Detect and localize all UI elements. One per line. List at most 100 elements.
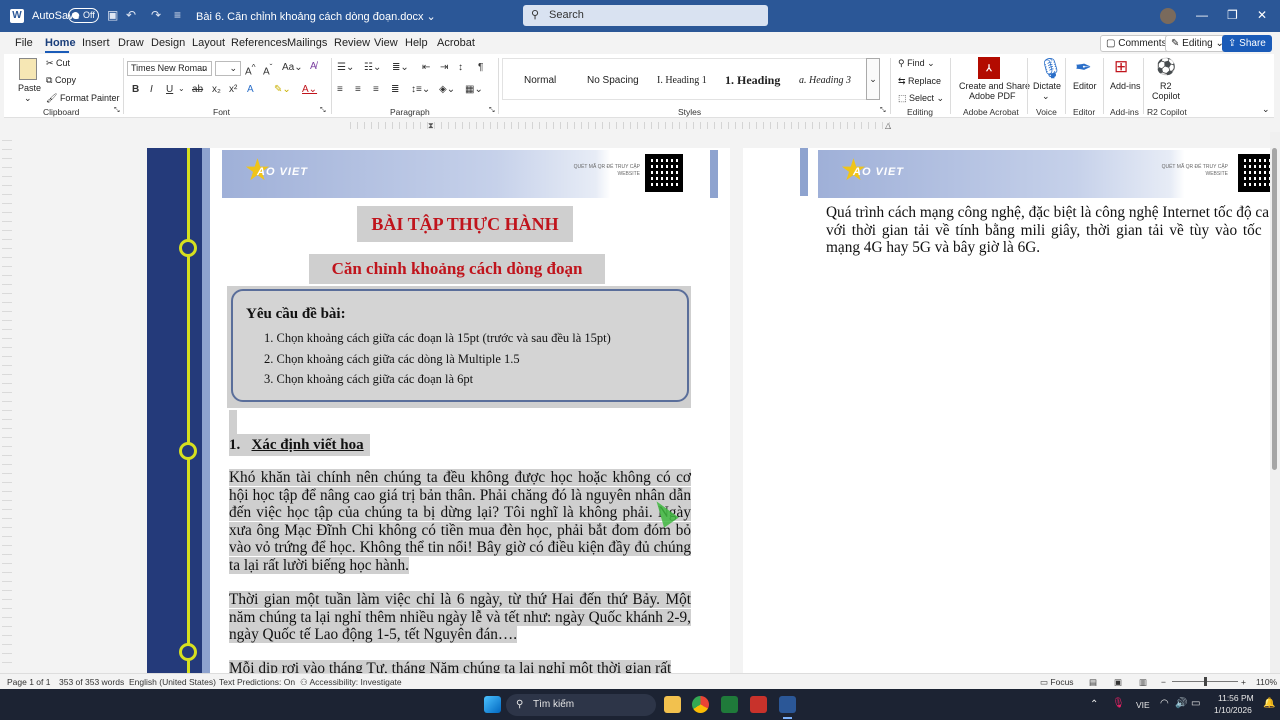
document-name[interactable]: Bài 6. Căn chỉnh khoảng cách dòng đoạn.d… — [196, 10, 436, 23]
editing-mode-button[interactable]: ✎ Editing ⌄ — [1165, 35, 1230, 52]
style-heading[interactable]: 1. Heading — [725, 73, 780, 88]
vertical-ruler[interactable] — [2, 140, 12, 670]
web-layout-icon[interactable]: ▥ — [1139, 677, 1147, 688]
print-layout-icon[interactable]: ▣ — [1114, 677, 1122, 688]
close-icon[interactable]: ✕ — [1257, 8, 1267, 22]
input-language[interactable]: VIE — [1136, 700, 1150, 710]
style-heading-3[interactable]: a. Heading 3 — [799, 75, 851, 86]
copilot-button-line2[interactable]: Copilot — [1152, 91, 1180, 101]
paragraph-launcher-icon[interactable]: ⤡ — [489, 107, 495, 115]
paste-button[interactable]: Paste — [18, 83, 41, 93]
create-share-pdf-button-line2[interactable]: Adobe PDF — [969, 91, 1016, 101]
styles-more-icon[interactable]: ⌄ — [866, 58, 880, 100]
read-mode-icon[interactable]: ▤ — [1089, 677, 1097, 688]
select-button[interactable]: ⬚ Select ⌄ — [898, 93, 944, 104]
tab-home[interactable]: Home — [45, 37, 76, 49]
tab-layout[interactable]: Layout — [192, 37, 225, 49]
tray-chevron-icon[interactable]: ⌃ — [1090, 699, 1098, 710]
superscript-icon[interactable]: x² — [229, 84, 237, 95]
tab-references[interactable]: References — [231, 37, 287, 49]
adobe-pdf-icon[interactable]: ⅄ — [978, 57, 1000, 79]
zoom-out-icon[interactable]: − — [1161, 677, 1166, 687]
tab-mailings[interactable]: Mailings — [287, 37, 327, 49]
horizontal-ruler[interactable]: ⧗ △ — [0, 119, 1280, 132]
clock-date[interactable]: 1/10/2026 — [1214, 705, 1252, 715]
focus-button[interactable]: ▭ Focus — [1040, 677, 1074, 688]
start-icon[interactable] — [484, 696, 501, 713]
document-page-1[interactable]: ★ AO VIET QUÉT MÃ QR ĐỂ TRUY CẬP WEBSITE… — [147, 148, 730, 673]
find-button[interactable]: ⚲ Find ⌄ — [898, 58, 935, 69]
copilot-icon[interactable]: ⚽ — [1156, 57, 1176, 77]
copy-button[interactable]: ⧉ Copy — [46, 75, 76, 86]
style-heading-1[interactable]: I. Heading 1 — [657, 75, 707, 86]
tab-design[interactable]: Design — [151, 37, 185, 49]
bullets-icon[interactable]: ☰⌄ — [337, 62, 354, 73]
show-marks-icon[interactable]: ¶ — [478, 62, 483, 73]
tab-insert[interactable]: Insert — [82, 37, 110, 49]
zoom-slider-thumb[interactable] — [1204, 677, 1207, 686]
autosave-toggle[interactable]: Off — [68, 8, 99, 23]
search-box[interactable]: ⚲ Search — [523, 5, 768, 26]
cut-button[interactable]: ✂ Cut — [46, 58, 70, 69]
text-effects-icon[interactable]: A — [247, 84, 254, 95]
paste-icon[interactable] — [19, 58, 37, 80]
ribbon-collapse-icon[interactable]: ⌄ — [1262, 104, 1270, 115]
add-ins-button[interactable]: Add-ins — [1110, 81, 1141, 91]
tab-view[interactable]: View — [374, 37, 398, 49]
align-left-icon[interactable]: ≡ — [337, 84, 343, 95]
mic-tray-icon[interactable]: 🎙 — [1112, 698, 1125, 709]
italic-icon[interactable]: I — [150, 84, 153, 95]
redo-icon[interactable]: ↷ — [151, 8, 161, 22]
tab-review[interactable]: Review — [334, 37, 370, 49]
minimize-icon[interactable]: — — [1196, 8, 1208, 22]
dictate-dropdown-icon[interactable]: ⌄ — [1042, 91, 1050, 102]
underline-icon[interactable]: U — [166, 84, 173, 95]
vertical-scrollbar[interactable] — [1270, 132, 1280, 673]
shrink-font-icon[interactable]: Aˇ — [263, 62, 272, 77]
underline-dropdown-icon[interactable]: ⌄ — [178, 84, 185, 93]
multilevel-list-icon[interactable]: ≣⌄ — [392, 62, 409, 73]
editor-icon[interactable]: ✒ — [1075, 55, 1092, 80]
font-color-icon[interactable]: A⌄ — [302, 84, 317, 95]
battery-icon[interactable]: ▭ — [1191, 698, 1200, 709]
line-spacing-icon[interactable]: ↕≡⌄ — [411, 84, 430, 95]
numbering-icon[interactable]: ☷⌄ — [364, 62, 381, 73]
align-center-icon[interactable]: ≡ — [355, 84, 361, 95]
styles-launcher-icon[interactable]: ⤡ — [880, 107, 886, 115]
taskbar-search[interactable]: ⚲ Tìm kiếm — [506, 694, 656, 716]
add-ins-icon[interactable]: ⊞ — [1114, 57, 1128, 77]
file-explorer-icon[interactable] — [664, 696, 681, 713]
app-icon[interactable] — [750, 696, 767, 713]
increase-indent-icon[interactable]: ⇥ — [440, 62, 448, 73]
borders-icon[interactable]: ▦⌄ — [465, 84, 483, 95]
chrome-icon[interactable] — [692, 696, 709, 713]
clipboard-launcher-icon[interactable]: ⤡ — [114, 107, 120, 115]
copilot-button[interactable]: R2 — [1160, 81, 1172, 91]
paste-dropdown-icon[interactable]: ⌄ — [24, 93, 32, 104]
text-predictions-status[interactable]: Text Predictions: On — [219, 677, 295, 687]
change-case-icon[interactable]: Aa⌄ — [282, 62, 303, 73]
word-taskbar-icon[interactable] — [779, 696, 796, 713]
word-count[interactable]: 353 of 353 words — [59, 677, 124, 687]
highlight-color-icon[interactable]: ✎⌄ — [274, 84, 291, 95]
accessibility-status[interactable]: ⚇ Accessibility: Investigate — [300, 677, 402, 688]
undo-icon[interactable]: ↶ — [126, 8, 136, 22]
decrease-indent-icon[interactable]: ⇤ — [422, 62, 430, 73]
document-page-2[interactable]: ★ AO VIET QUÉT MÃ QR ĐỂ TRUY CẬP WEBSITE… — [743, 148, 1273, 673]
shading-icon[interactable]: ◈⌄ — [439, 84, 455, 95]
subscript-icon[interactable]: x₂ — [212, 84, 221, 95]
bold-icon[interactable]: B — [132, 84, 139, 95]
zoom-in-icon[interactable]: + — [1241, 677, 1246, 687]
clock-time[interactable]: 11:56 PM — [1218, 693, 1254, 703]
language-status[interactable]: English (United States) — [129, 677, 216, 687]
share-button[interactable]: ⇪ Share — [1222, 35, 1272, 52]
volume-icon[interactable]: 🔊 — [1175, 698, 1187, 709]
font-launcher-icon[interactable]: ⤡ — [320, 107, 326, 115]
notifications-icon[interactable]: 🔔 — [1263, 698, 1275, 709]
microphone-icon[interactable]: 🎙 — [1038, 56, 1063, 81]
dictate-button[interactable]: Dictate — [1033, 81, 1061, 91]
restore-icon[interactable]: ❐ — [1227, 8, 1238, 22]
save-icon[interactable]: ▣ — [107, 8, 118, 22]
style-normal[interactable]: Normal — [524, 75, 556, 86]
comments-button[interactable]: ▢ Comments — [1100, 35, 1173, 52]
